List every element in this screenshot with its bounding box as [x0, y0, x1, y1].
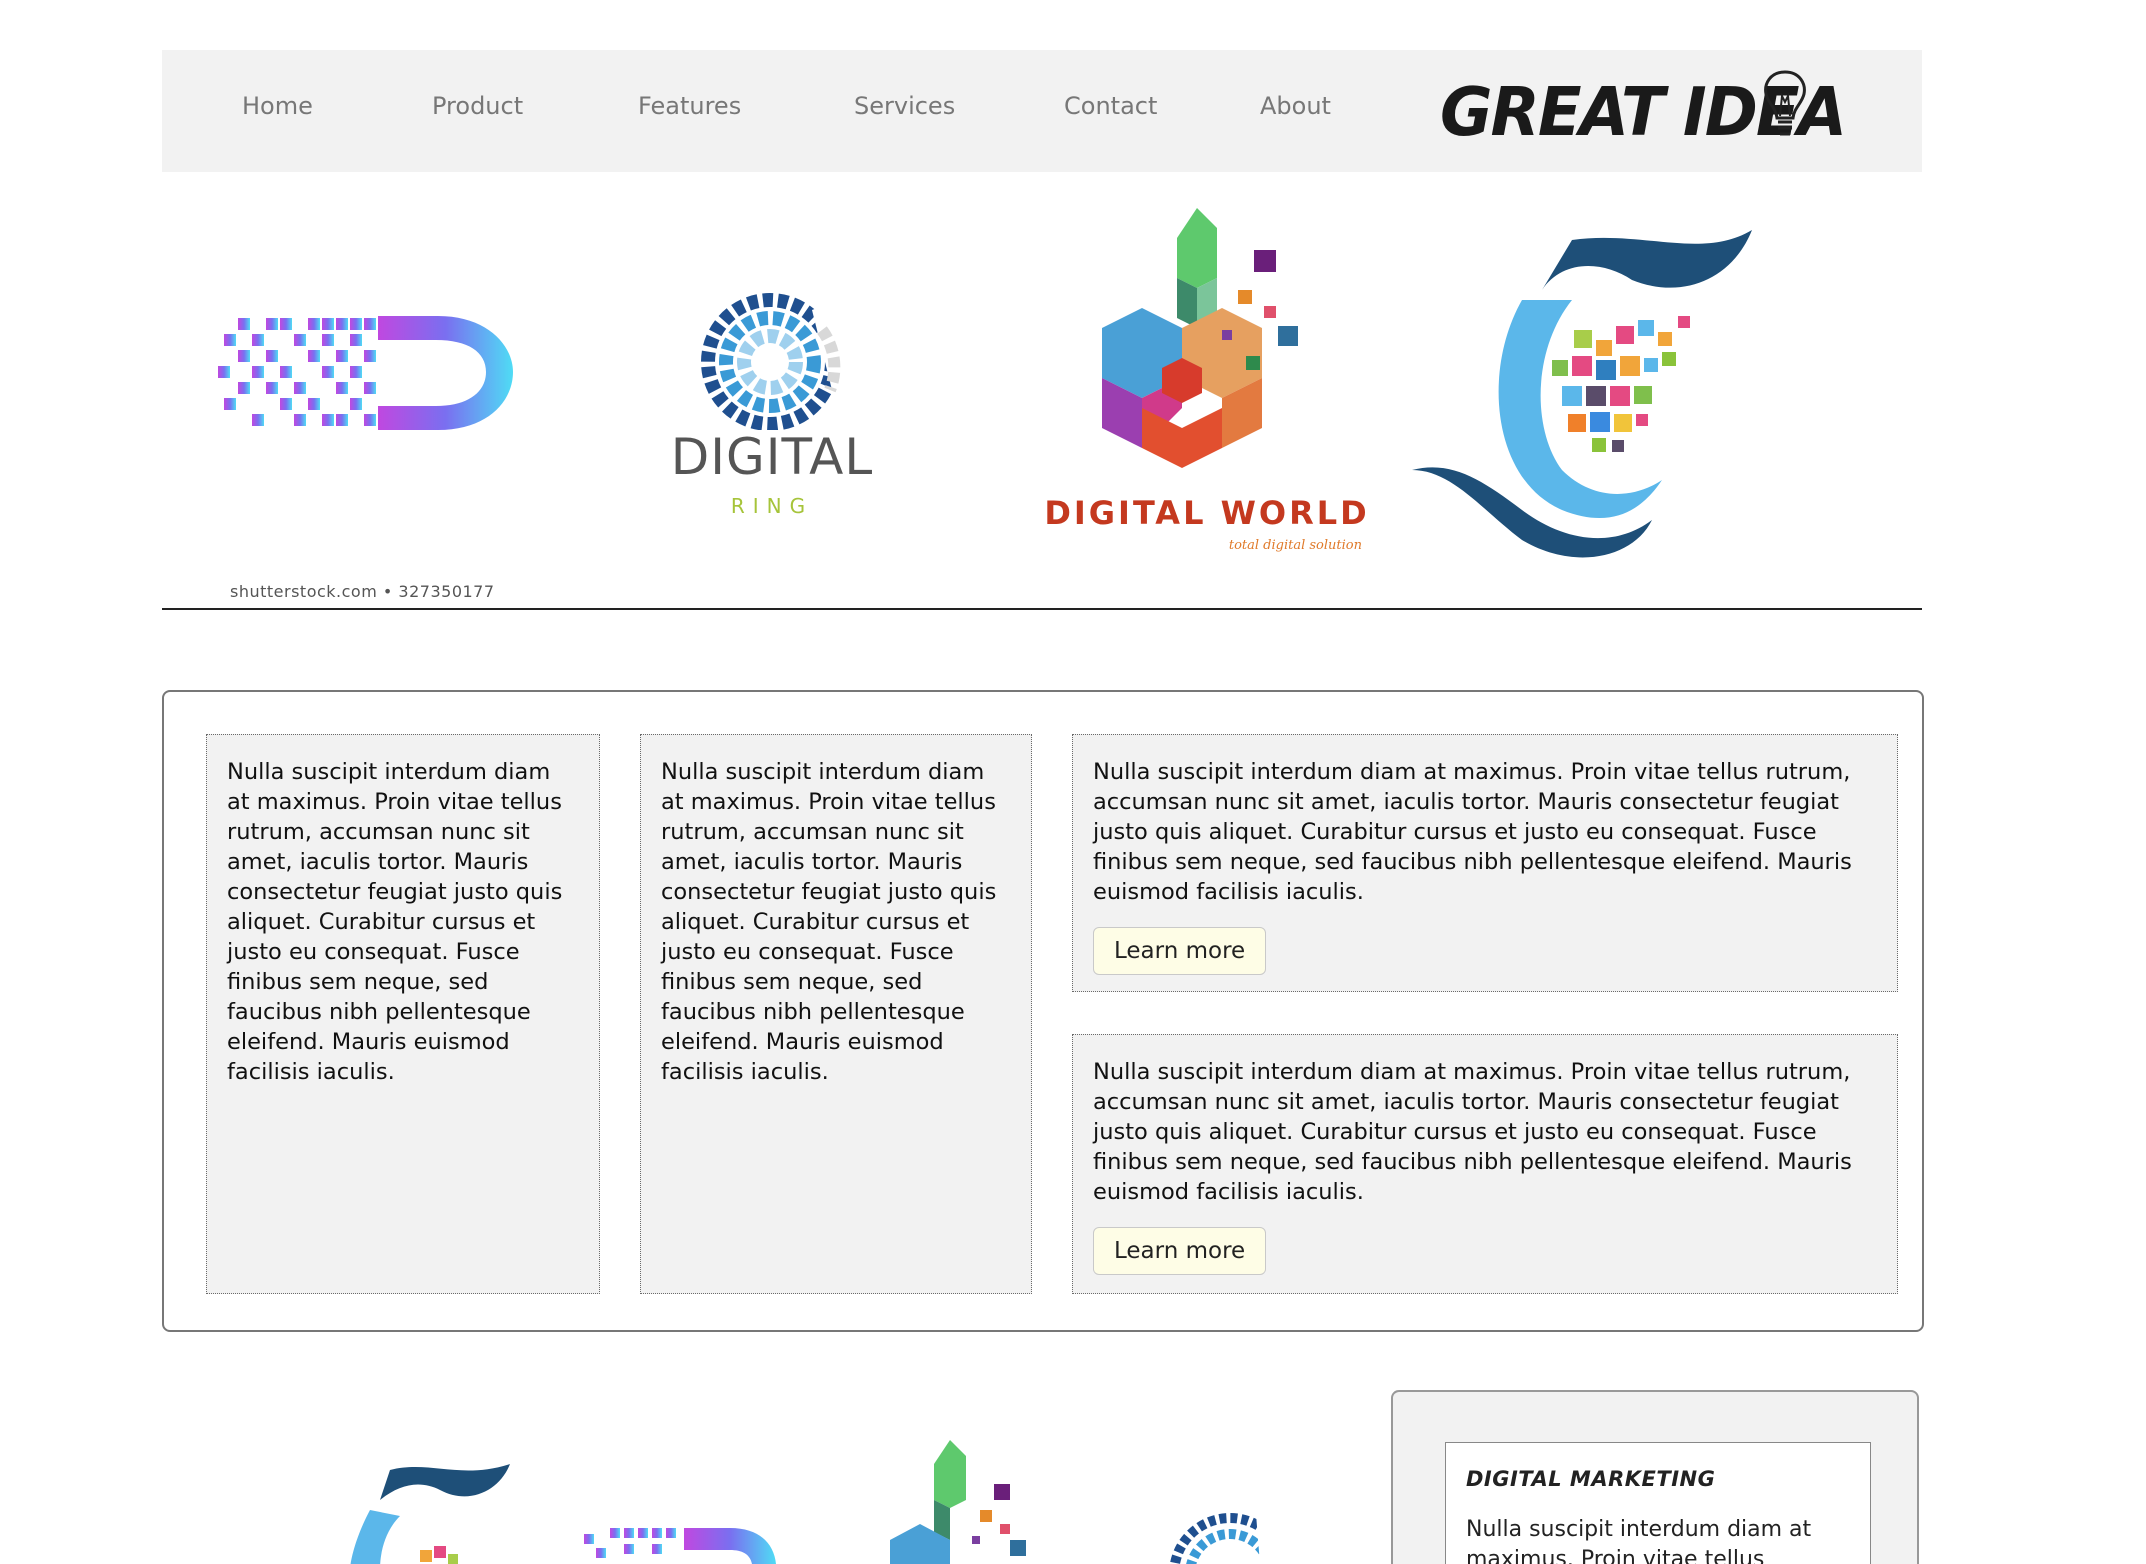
pixel-d-logo-small [584, 1528, 776, 1564]
ring-graphic-icon [701, 290, 872, 431]
sidebar-card: DIGITAL MARKETING Nulla suscipit interdu… [1445, 1442, 1871, 1564]
sidebar-panel: DIGITAL MARKETING Nulla suscipit interdu… [1391, 1390, 1919, 1564]
card-text: Nulla suscipit interdum diam at maximus.… [1093, 759, 1852, 905]
page: Home Product Features Services Contact A… [0, 0, 2146, 1564]
logo-banner: DIGITAL RING DIGITAL WORLD total digital… [162, 190, 1922, 610]
digital-ring-logo-small [1169, 1494, 1290, 1564]
lightbulb-icon [1764, 70, 1806, 136]
sidebar-title: DIGITAL MARKETING [1466, 1467, 1716, 1491]
content-frame: Nulla suscipit interdum diam at maximus.… [162, 690, 1924, 1332]
card-text: Nulla suscipit interdum diam at maximus.… [227, 759, 563, 1085]
text-card-with-button: Nulla suscipit interdum diam at maximus.… [1072, 1034, 1898, 1294]
nav-contact[interactable]: Contact [1064, 92, 1157, 120]
sidebar-text: Nulla suscipit interdum diam at maximus.… [1466, 1517, 1812, 1564]
hexagon-logo-small [890, 1440, 1026, 1564]
digital-world-logo: DIGITAL WORLD total digital solution [1042, 208, 1372, 578]
card-text: Nulla suscipit interdum diam at maximus.… [1093, 1059, 1852, 1205]
learn-more-button[interactable]: Learn more [1093, 927, 1267, 975]
logo-tagline: total digital solution [1228, 538, 1362, 553]
card-text: Nulla suscipit interdum diam at maximus.… [661, 759, 997, 1085]
logo-text: DIGITAL WORLD [1044, 494, 1370, 532]
text-card-with-button: Nulla suscipit interdum diam at maximus.… [1072, 734, 1898, 992]
image-caption: shutterstock.com • 327350177 [230, 582, 495, 601]
pixel-d-logo [218, 316, 513, 430]
nav-services[interactable]: Services [854, 92, 955, 120]
learn-more-button[interactable]: Learn more [1093, 1227, 1267, 1275]
digital-ring-logo: DIGITAL RING [662, 270, 882, 530]
wave-pixel-logo [1412, 230, 1752, 558]
text-card: Nulla suscipit interdum diam at maximus.… [640, 734, 1032, 1294]
brand-logo[interactable]: GREAT IDEA [1440, 66, 1847, 156]
wave-pixel-logo-small [350, 1464, 510, 1564]
top-nav: Home Product Features Services Contact A… [162, 50, 1922, 172]
logo-subtext: RING [730, 494, 814, 518]
logo-text: DIGITAL [670, 428, 874, 486]
hexagon-graphic-icon [1102, 208, 1298, 468]
text-card: Nulla suscipit interdum diam at maximus.… [206, 734, 600, 1294]
nav-product[interactable]: Product [432, 92, 523, 120]
nav-home[interactable]: Home [242, 92, 313, 120]
nav-features[interactable]: Features [638, 92, 741, 120]
nav-about[interactable]: About [1260, 92, 1331, 120]
